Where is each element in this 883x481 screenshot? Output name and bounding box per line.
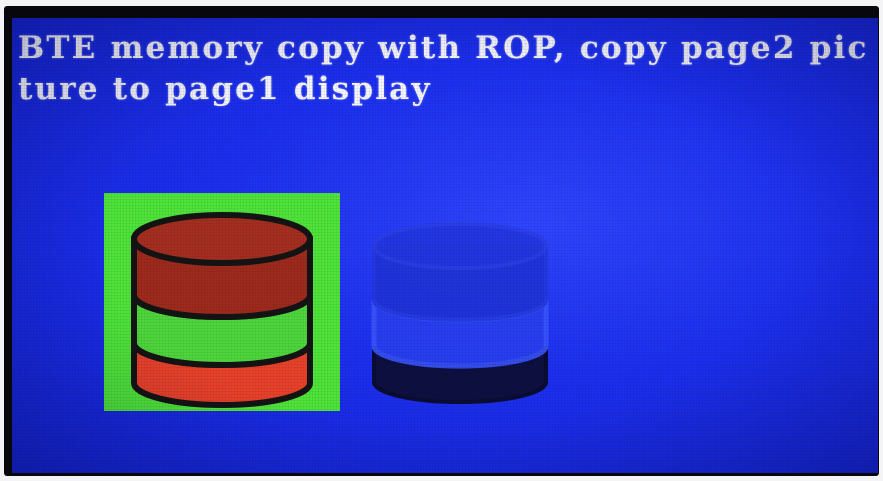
rop-result-picture: [362, 206, 558, 406]
photo-frame: BTE memory copy with ROP, copy page2 pic…: [0, 0, 883, 481]
display-bezel: BTE memory copy with ROP, copy page2 pic…: [4, 6, 879, 476]
database-icon: [371, 222, 549, 404]
page2-picture: [104, 193, 340, 411]
lcd-screen: BTE memory copy with ROP, copy page2 pic…: [12, 18, 878, 473]
screen-caption: BTE memory copy with ROP, copy page2 pic…: [18, 30, 869, 107]
database-icon: [131, 212, 313, 408]
